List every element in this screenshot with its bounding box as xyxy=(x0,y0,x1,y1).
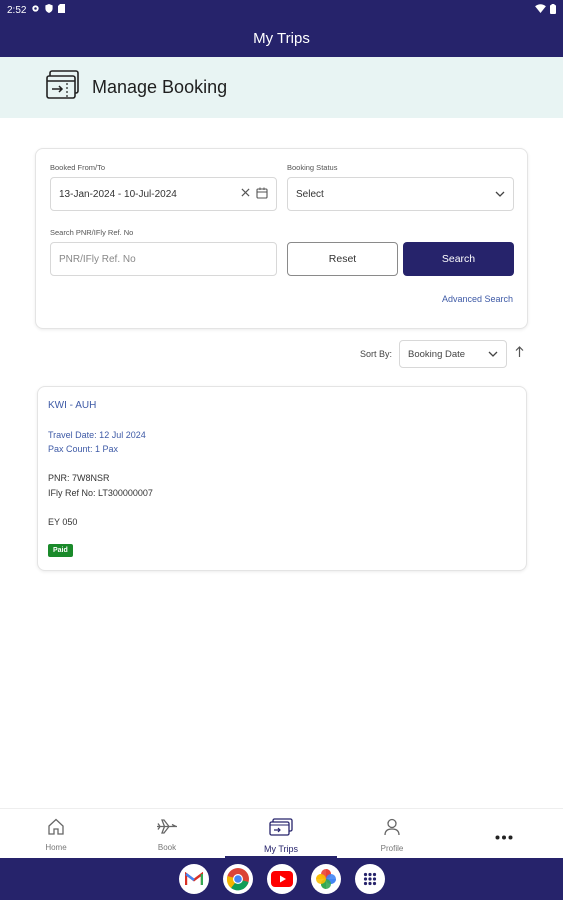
system-dock xyxy=(0,858,563,900)
nav-item-my-trips[interactable]: My Trips xyxy=(225,809,337,859)
booking-ticket-icon xyxy=(46,70,80,105)
app-bar-title: My Trips xyxy=(253,30,310,47)
plane-icon xyxy=(156,818,178,840)
nav-item-profile[interactable]: Profile xyxy=(336,809,448,859)
nav-label-profile: Profile xyxy=(380,844,404,853)
filter-card: Booked From/To 13-Jan-2024 - 10-Jul-2024… xyxy=(35,148,528,329)
search-button[interactable]: Search xyxy=(403,242,514,276)
date-range-value: 13-Jan-2024 - 10-Jul-2024 xyxy=(59,188,177,200)
sort-direction-arrow-icon[interactable] xyxy=(515,345,524,363)
nav-item-more[interactable] xyxy=(448,809,560,859)
flight-number: EY 050 xyxy=(48,517,78,527)
nav-label-book: Book xyxy=(157,843,177,852)
youtube-icon[interactable] xyxy=(266,864,297,894)
date-range-field[interactable]: 13-Jan-2024 - 10-Jul-2024 xyxy=(50,177,277,211)
pnr-search-placeholder: PNR/IFly Ref. No xyxy=(59,253,136,265)
page-title: Manage Booking xyxy=(92,77,228,97)
settings-status-icon xyxy=(31,4,40,16)
app-bar: My Trips xyxy=(0,20,563,57)
calendar-icon[interactable] xyxy=(256,187,268,202)
home-icon xyxy=(47,818,65,840)
advanced-search-link[interactable]: Advanced Search xyxy=(442,294,513,304)
trip-route[interactable]: KWI - AUH xyxy=(48,400,96,411)
nav-item-book[interactable]: Book xyxy=(111,809,223,859)
shield-status-icon xyxy=(45,4,54,16)
status-time: 2:52 xyxy=(7,4,27,16)
photos-icon[interactable] xyxy=(310,864,341,894)
manage-booking-banner: Manage Booking xyxy=(0,57,563,118)
clear-icon[interactable] xyxy=(241,188,250,200)
status-bar: 2:52 xyxy=(0,0,563,20)
chevron-down-icon xyxy=(488,349,498,360)
sort-select[interactable]: Booking Date xyxy=(399,340,508,368)
sort-by-label: Sort By: xyxy=(360,349,393,359)
chevron-down-icon xyxy=(495,189,505,200)
gmail-icon[interactable] xyxy=(178,864,209,894)
nav-label-home: Home xyxy=(45,843,67,852)
more-icon xyxy=(495,827,513,845)
booking-status-label: Booking Status xyxy=(287,163,338,172)
booked-from-to-label: Booked From/To xyxy=(50,163,106,172)
nav-item-home[interactable]: Home xyxy=(0,809,112,859)
wifi-icon xyxy=(535,4,546,16)
booking-status-value: Select xyxy=(296,188,324,200)
pnr-value: PNR: 7W8NSR xyxy=(48,473,110,483)
reset-button[interactable]: Reset xyxy=(287,242,398,276)
ticket-icon xyxy=(269,818,293,841)
booking-status-select[interactable]: Select xyxy=(287,177,514,211)
profile-icon xyxy=(384,818,400,841)
ifly-ref-value: IFly Ref No: LT300000007 xyxy=(48,488,153,498)
bottom-nav: Home Book My Trips Profile xyxy=(0,808,563,859)
battery-icon xyxy=(550,3,556,17)
search-pnr-label: Search PNR/IFly Ref. No xyxy=(50,228,134,237)
nav-label-my-trips: My Trips xyxy=(263,844,298,854)
pnr-search-input[interactable]: PNR/IFly Ref. No xyxy=(50,242,277,276)
sort-value: Booking Date xyxy=(408,348,466,360)
sort-row: Sort By: Booking Date xyxy=(360,340,524,368)
status-badge: Paid xyxy=(48,544,73,557)
sd-card-status-icon xyxy=(58,4,66,16)
chrome-icon[interactable] xyxy=(222,864,253,894)
travel-date: Travel Date: 12 Jul 2024 xyxy=(48,430,146,440)
trip-card[interactable]: KWI - AUH Travel Date: 12 Jul 2024 Pax C… xyxy=(37,386,527,571)
pax-count: Pax Count: 1 Pax xyxy=(48,444,119,454)
app-drawer-icon[interactable] xyxy=(354,864,385,894)
